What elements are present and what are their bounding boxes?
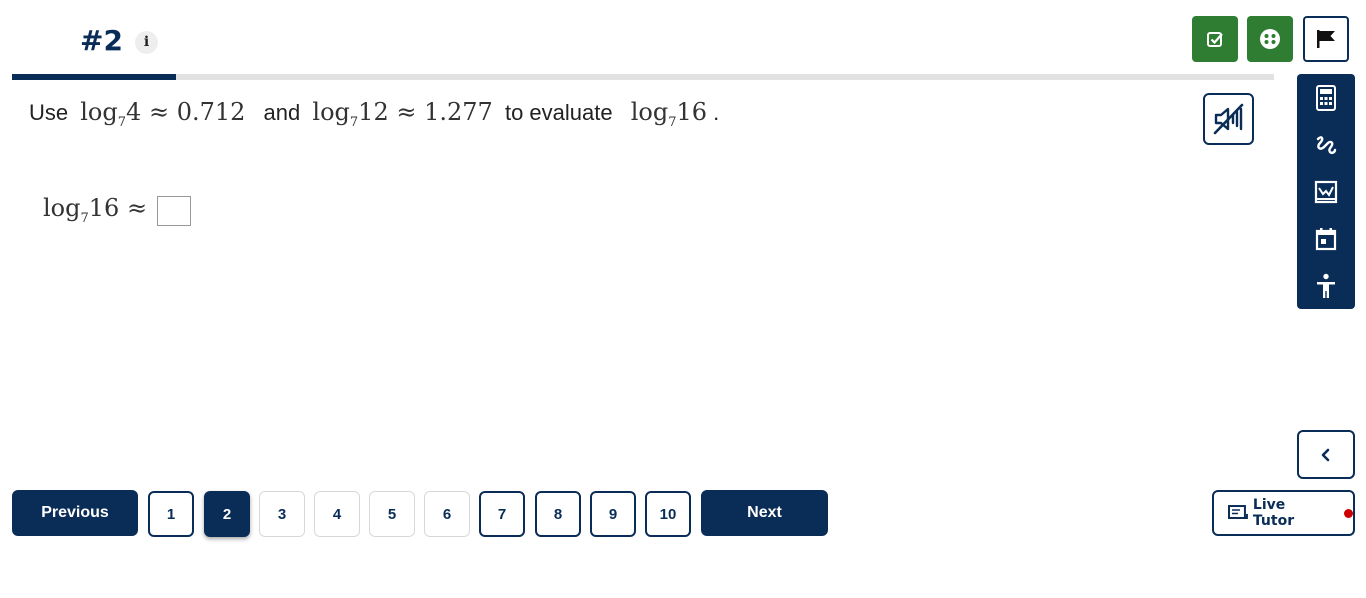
question-period: . <box>713 100 720 125</box>
given-expression-2: log712 ≈ 1.277 <box>312 98 493 130</box>
previous-button[interactable]: Previous <box>12 490 138 536</box>
check-square-icon <box>1207 32 1223 47</box>
accessibility-icon <box>1317 273 1335 298</box>
page-button-8[interactable]: 8 <box>535 491 581 537</box>
graph-button[interactable] <box>1297 172 1355 212</box>
reference-sheet-button[interactable] <box>1247 16 1293 62</box>
calendar-button[interactable] <box>1297 219 1355 259</box>
chalkboard-icon <box>1228 505 1248 519</box>
answer-input[interactable] <box>157 196 191 226</box>
question-evaluate-text: to evaluate <box>504 100 613 125</box>
scratchpad-button[interactable] <box>1297 125 1355 165</box>
answer-expression: log716 ≈ <box>43 194 148 226</box>
text-to-speech-button[interactable] <box>1203 93 1254 145</box>
calculator-button[interactable] <box>1297 78 1355 118</box>
live-tutor-label: Live Tutor <box>1252 497 1295 529</box>
page-button-3[interactable]: 3 <box>259 491 305 537</box>
calendar-icon <box>1315 228 1337 251</box>
calculator-icon <box>1316 85 1336 111</box>
check-answer-button[interactable] <box>1192 16 1238 62</box>
page-button-2[interactable]: 2 <box>204 491 250 537</box>
collapse-panel-button[interactable] <box>1297 430 1355 479</box>
page-button-1[interactable]: 1 <box>148 491 194 537</box>
next-button[interactable]: Next <box>701 490 828 536</box>
page-button-4[interactable]: 4 <box>314 491 360 537</box>
page-button-5[interactable]: 5 <box>369 491 415 537</box>
question-and-text: and <box>263 100 301 125</box>
info-icon[interactable]: i <box>135 31 158 54</box>
audio-muted-icon <box>1213 103 1243 135</box>
tools-panel <box>1297 74 1355 309</box>
flag-icon <box>1317 30 1335 48</box>
reference-sheet-icon <box>1260 29 1280 49</box>
chevron-left-icon <box>1321 448 1330 461</box>
page-button-7[interactable]: 7 <box>479 491 525 537</box>
progress-fill <box>12 74 177 80</box>
question-text: Use log74 ≈ 0.712 and log712 ≈ 1.277 to … <box>29 98 719 130</box>
live-tutor-button[interactable]: Live Tutor <box>1212 490 1355 536</box>
accessibility-button[interactable] <box>1297 266 1355 306</box>
progress-bar <box>12 74 1274 80</box>
page-button-9[interactable]: 9 <box>590 491 636 537</box>
question-number: #2 <box>80 24 123 57</box>
scratchpad-icon <box>1316 136 1337 155</box>
flag-button[interactable] <box>1303 16 1349 62</box>
page-button-6[interactable]: 6 <box>424 491 470 537</box>
page-button-10[interactable]: 10 <box>645 491 691 537</box>
given-expression-1: log74 ≈ 0.712 <box>80 98 246 130</box>
graph-icon <box>1314 180 1338 204</box>
question-use-text: Use <box>29 100 69 125</box>
tutor-status-indicator <box>1344 508 1353 518</box>
target-expression: log716 <box>630 98 708 130</box>
